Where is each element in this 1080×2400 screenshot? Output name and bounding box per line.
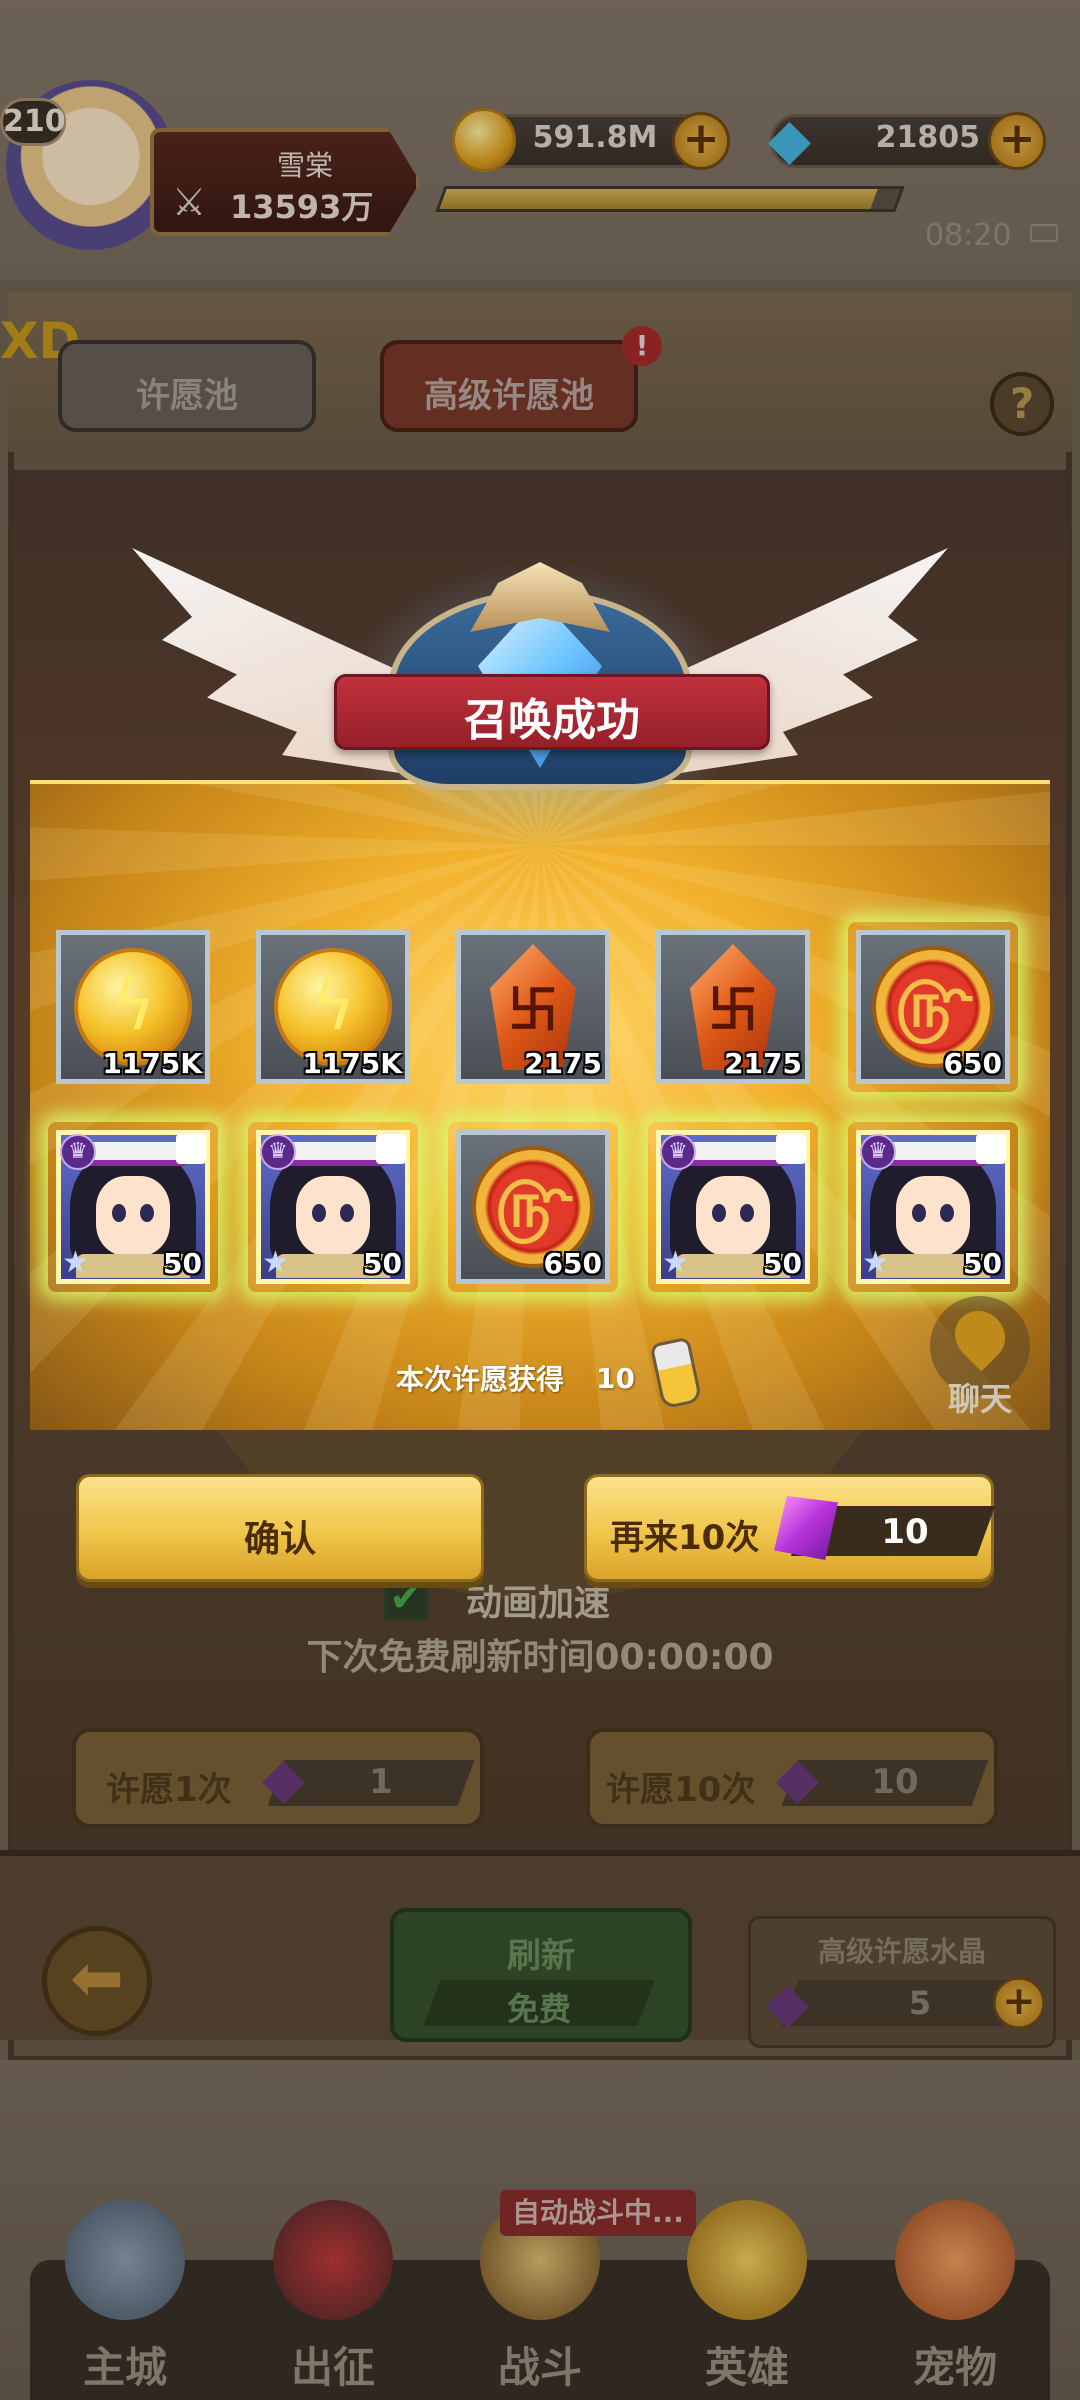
wish-gained-label: 本次许愿获得 [396,1363,565,1396]
star-icon: ★ [662,1245,689,1280]
star-icon: ★ [862,1245,889,1280]
item-count: 50 [363,1247,402,1280]
shard-puzzle-icon [976,1134,1006,1164]
rune-glyph-icon: 卐 [508,981,558,1039]
item-count: 1175K [102,1047,202,1080]
reward-item-red-coin[interactable]: ௹ 650 [856,930,1010,1084]
rune-glyph-icon: 卐 [708,981,758,1039]
reward-item-fire-rune[interactable]: 卐 2175 [656,930,810,1084]
reward-item-hero-shard[interactable]: ♛ ★ 50 [656,1130,810,1284]
faction-badge-icon: ♛ [860,1134,896,1170]
reward-item-gold-coin[interactable]: ϟ 1175K [256,930,410,1084]
light-rays [30,780,1050,1430]
shard-puzzle-icon [376,1134,406,1164]
item-count: 50 [963,1247,1002,1280]
item-count: 2175 [524,1047,602,1080]
reward-item-hero-shard[interactable]: ♛ ★ 50 [256,1130,410,1284]
faction-badge-icon: ♛ [60,1134,96,1170]
faction-badge-icon: ♛ [660,1134,696,1170]
wish-gained-count: 10 [596,1362,635,1395]
reward-item-red-coin[interactable]: ௹ 650 [456,1130,610,1284]
item-count: 50 [163,1247,202,1280]
faction-badge-icon: ♛ [260,1134,296,1170]
chat-label: 聊天 [947,1380,1012,1418]
star-icon: ★ [262,1245,289,1280]
reward-item-hero-shard[interactable]: ♛ ★ 50 [856,1130,1010,1284]
item-count: 650 [943,1047,1002,1080]
confirm-label: 确认 [243,1519,316,1560]
item-count: 650 [543,1247,602,1280]
summon-again-cost: 10 [881,1512,929,1552]
reward-item-gold-coin[interactable]: ϟ 1175K [56,930,210,1084]
shard-puzzle-icon [176,1134,206,1164]
item-count: 50 [763,1247,802,1280]
reward-item-hero-shard[interactable]: ♛ ★ 50 [56,1130,210,1284]
item-count: 2175 [724,1047,802,1080]
shard-puzzle-icon [776,1134,806,1164]
reward-item-fire-rune[interactable]: 卐 2175 [456,930,610,1084]
popup-title: 召唤成功 [464,695,640,746]
item-count: 1175K [302,1047,402,1080]
star-icon: ★ [62,1245,89,1280]
summon-again-label: 再来10次 [610,1518,760,1558]
